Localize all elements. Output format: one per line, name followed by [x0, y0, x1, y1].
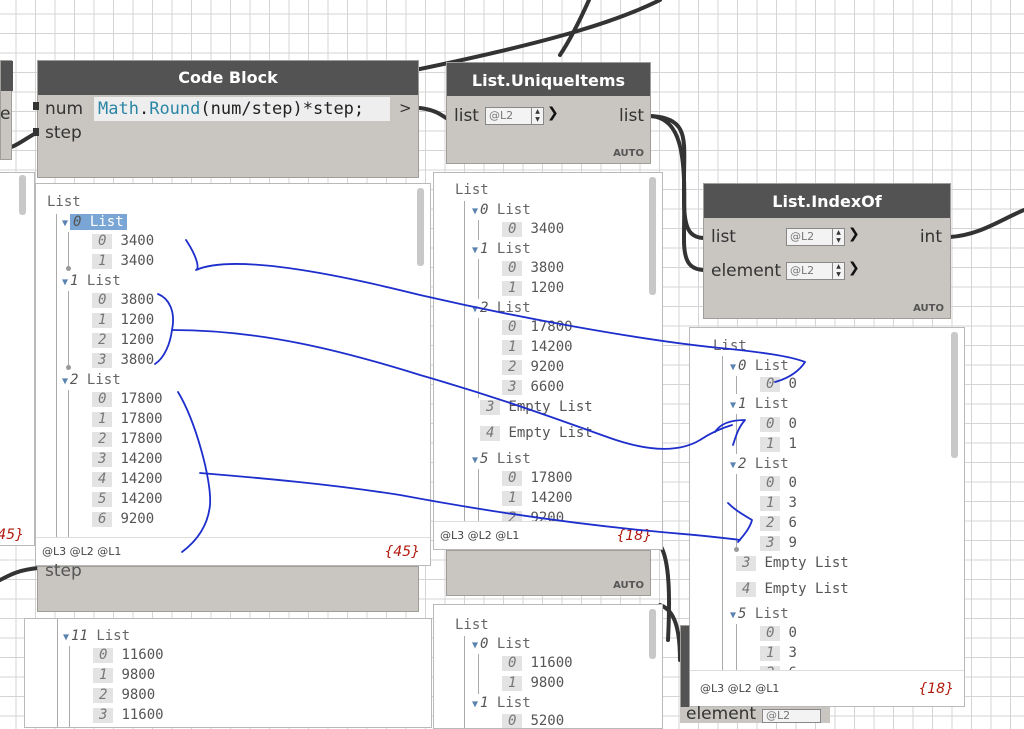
annotation-bracket-2: [177, 391, 211, 553]
annotation-bracket-1: [154, 293, 174, 365]
annotation-arrow-0: [185, 239, 806, 383]
annotation-arrowhead-1: [714, 419, 746, 446]
annotation-overlay: [154, 239, 806, 553]
annotation-arrow-1: [171, 329, 733, 450]
annotation-arrow-2: [199, 472, 741, 541]
annotation-arrowhead-2: [727, 502, 753, 543]
